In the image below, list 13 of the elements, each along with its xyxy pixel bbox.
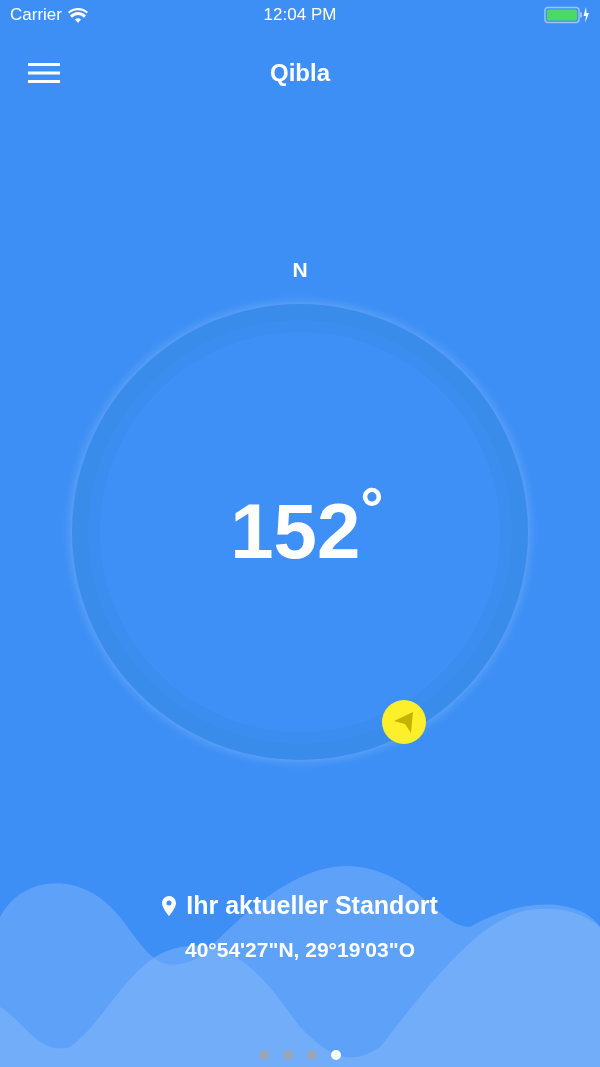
menu-button[interactable] <box>28 61 60 85</box>
carrier-label: Carrier <box>10 4 62 27</box>
status-time: 12:04 PM <box>263 4 337 27</box>
menu-icon <box>28 63 60 83</box>
heading-degrees: 152$^{°}$ <box>229 483 384 578</box>
screen-title: Qibla <box>270 58 330 88</box>
qibla-pointer-icon <box>382 700 426 744</box>
coordinates-text: 40°54'27"N, 29°19'03"O <box>185 937 415 963</box>
north-label: N <box>292 258 308 282</box>
battery-icon <box>544 6 590 24</box>
location-label: Ihr aktueller Standort <box>186 890 438 922</box>
location-pin-icon <box>162 896 177 916</box>
wifi-icon <box>67 7 88 23</box>
